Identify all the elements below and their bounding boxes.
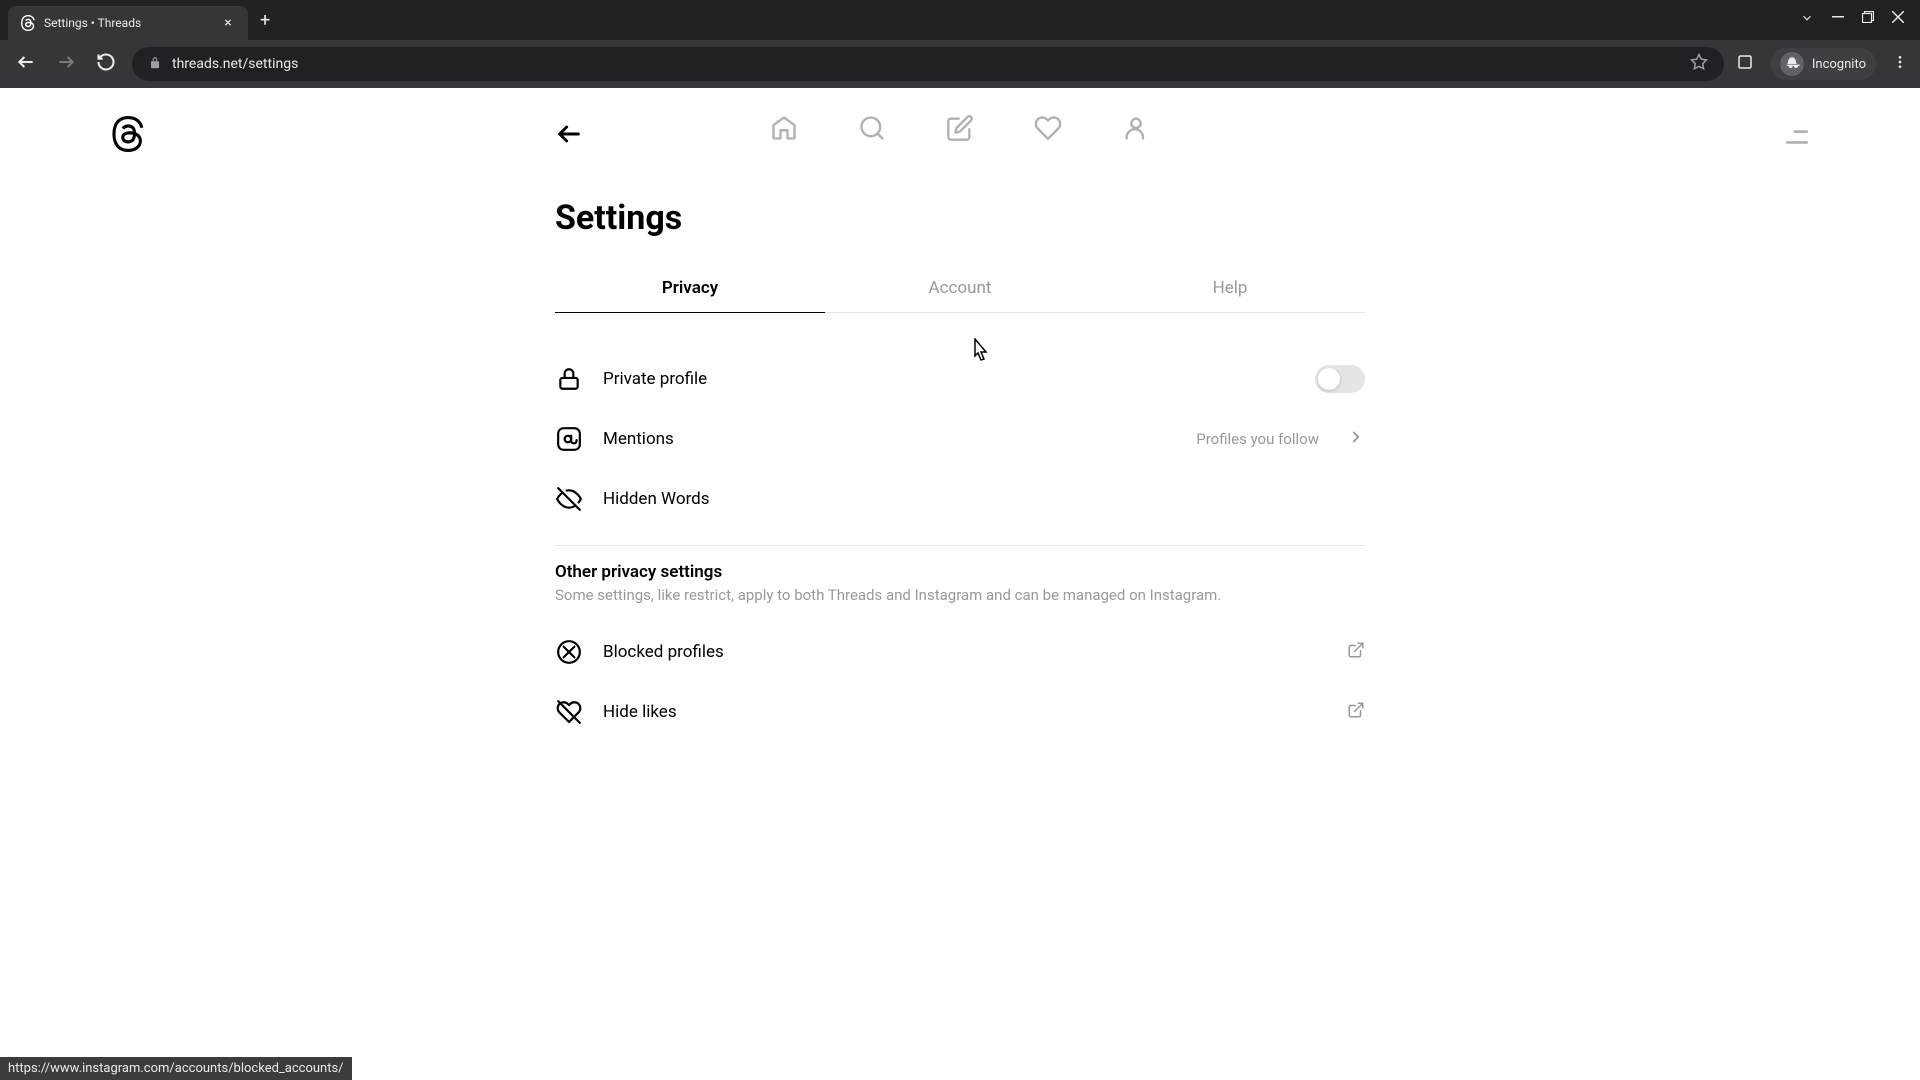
status-bar: https://www.instagram.com/accounts/block… (0, 1057, 352, 1080)
external-link-icon (1347, 641, 1365, 663)
hide-likes-label: Hide likes (603, 702, 1327, 722)
tab-account[interactable]: Account (825, 264, 1095, 312)
window-controls (1800, 11, 1912, 29)
browser-menu-icon[interactable] (1892, 54, 1908, 74)
mentions-label: Mentions (603, 429, 1176, 449)
tab-help[interactable]: Help (1095, 264, 1365, 312)
address-bar[interactable]: threads.net/settings (132, 47, 1724, 81)
page-back-button[interactable] (555, 120, 583, 152)
bookmark-star-icon[interactable] (1690, 53, 1708, 75)
heart-off-icon (555, 698, 583, 726)
minimize-icon[interactable] (1832, 11, 1844, 29)
at-icon (555, 425, 583, 453)
tab-close-icon[interactable]: × (220, 15, 236, 31)
search-icon[interactable] (858, 114, 886, 142)
tab-search-icon[interactable] (1800, 11, 1814, 29)
external-link-icon (1347, 701, 1365, 723)
profile-icon[interactable] (1122, 114, 1150, 142)
tab-favicon-icon (20, 15, 36, 31)
private-profile-row: Private profile (555, 349, 1365, 409)
browser-tab-strip: Settings • Threads × + (0, 0, 1920, 40)
hide-likes-row[interactable]: Hide likes (555, 682, 1365, 742)
tab-privacy[interactable]: Privacy (555, 264, 825, 312)
settings-tabs: Privacy Account Help (555, 264, 1365, 313)
browser-tab[interactable]: Settings • Threads × (8, 6, 248, 40)
forward-button[interactable] (52, 52, 80, 77)
page-title: Settings (555, 198, 1365, 238)
hidden-words-row[interactable]: Hidden Words (555, 469, 1365, 529)
url-text: threads.net/settings (172, 56, 298, 72)
blocked-profiles-label: Blocked profiles (603, 642, 1327, 662)
threads-logo-icon[interactable] (110, 116, 146, 152)
privacy-settings-list: Private profile Mentions Profiles you fo… (555, 313, 1365, 742)
toolbar-right: Incognito (1736, 48, 1908, 80)
close-window-icon[interactable] (1892, 11, 1904, 29)
home-icon[interactable] (770, 114, 798, 142)
incognito-badge[interactable]: Incognito (1770, 48, 1876, 80)
heart-icon[interactable] (1034, 114, 1062, 142)
settings-content: Settings Privacy Account Help Private pr… (555, 88, 1365, 742)
private-profile-toggle[interactable] (1315, 365, 1365, 393)
eye-off-icon (555, 485, 583, 513)
incognito-label: Incognito (1812, 57, 1866, 72)
compose-icon[interactable] (946, 114, 974, 142)
other-privacy-description: Some settings, like restrict, apply to b… (555, 586, 1365, 604)
extensions-icon[interactable] (1736, 53, 1754, 75)
reload-button[interactable] (92, 52, 120, 77)
incognito-icon (1780, 52, 1804, 76)
maximize-icon[interactable] (1862, 11, 1874, 29)
mentions-value: Profiles you follow (1196, 430, 1319, 448)
private-profile-label: Private profile (603, 369, 1295, 389)
lock-icon (555, 365, 583, 393)
hidden-words-label: Hidden Words (603, 489, 1365, 509)
browser-toolbar: threads.net/settings Incognito (0, 40, 1920, 88)
lock-icon (148, 55, 162, 74)
top-navigation (770, 114, 1150, 142)
new-tab-button[interactable]: + (260, 10, 270, 31)
chevron-right-icon (1347, 428, 1365, 450)
blocked-icon (555, 638, 583, 666)
back-button[interactable] (12, 52, 40, 77)
page-content: Settings Privacy Account Help Private pr… (0, 88, 1920, 1080)
menu-icon[interactable] (1784, 124, 1810, 154)
other-privacy-title: Other privacy settings (555, 562, 1365, 582)
blocked-profiles-row[interactable]: Blocked profiles (555, 622, 1365, 682)
divider (555, 545, 1365, 546)
tab-title: Settings • Threads (44, 16, 212, 30)
mentions-row[interactable]: Mentions Profiles you follow (555, 409, 1365, 469)
